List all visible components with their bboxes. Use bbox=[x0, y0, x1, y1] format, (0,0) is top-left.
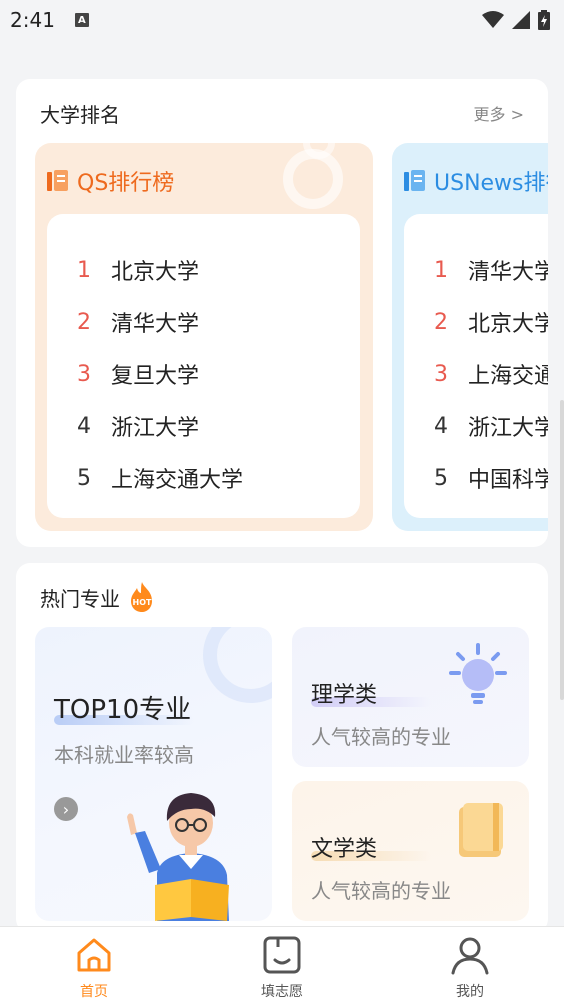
ranking-title: 大学排名 bbox=[40, 103, 120, 127]
university-name: 上海交通大学 bbox=[468, 364, 548, 389]
book-icon bbox=[47, 170, 68, 191]
list-item[interactable]: 5 上海交通大学 bbox=[47, 452, 360, 504]
chevron-right-icon[interactable]: › bbox=[54, 797, 78, 821]
rank-number: 3 bbox=[434, 361, 448, 387]
nav-item-apply[interactable]: 填志愿 bbox=[222, 927, 342, 1004]
university-name: 复旦大学 bbox=[111, 364, 200, 389]
nav-label: 我的 bbox=[456, 984, 484, 1000]
home-icon bbox=[77, 938, 111, 972]
qs-ranking-board[interactable]: QS排行榜 1 北京大学 2 清华大学 3 复旦大学 4 浙江大学 5 上海交通… bbox=[35, 143, 373, 531]
top10-majors-tile[interactable]: TOP10专业 本科就业率较高 › bbox=[35, 627, 272, 921]
keyboard-indicator-icon: A bbox=[74, 13, 89, 27]
signal-icon bbox=[512, 11, 530, 29]
book-icon bbox=[404, 170, 425, 191]
list-item[interactable]: 2 北京大学 bbox=[404, 296, 548, 348]
literature-majors-tile[interactable]: 文学类 人气较高的专业 bbox=[292, 781, 529, 921]
university-name: 清华大学 bbox=[111, 312, 200, 337]
tile-heading: 理学类 bbox=[311, 683, 378, 708]
form-icon bbox=[263, 936, 301, 974]
university-name: 上海交通大学 bbox=[111, 468, 244, 493]
rank-number: 4 bbox=[434, 413, 448, 439]
qs-board-header: QS排行榜 bbox=[47, 165, 174, 197]
usnews-board-title: USNews排行榜 bbox=[434, 171, 548, 196]
rank-number: 4 bbox=[77, 413, 91, 439]
rank-number: 2 bbox=[434, 309, 448, 335]
university-name: 北京大学 bbox=[468, 312, 548, 337]
tile-subtitle: 人气较高的专业 bbox=[311, 725, 451, 749]
hot-badge-text: HOT bbox=[133, 598, 152, 607]
usnews-rank-list: 1 清华大学 2 北京大学 3 上海交通大学 4 浙江大学 5 中国科学技术大学 bbox=[404, 214, 548, 518]
rank-number: 2 bbox=[77, 309, 91, 335]
hot-majors-header: 热门专业 HOT bbox=[40, 581, 158, 613]
status-time: 2:41 bbox=[10, 8, 55, 32]
hot-flame-icon: HOT bbox=[131, 582, 152, 612]
list-item[interactable]: 5 中国科学技术大学 bbox=[404, 452, 548, 504]
scrollbar[interactable] bbox=[560, 400, 564, 700]
tile-subtitle: 人气较高的专业 bbox=[311, 879, 451, 903]
nav-label: 首页 bbox=[80, 984, 108, 1000]
battery-icon bbox=[538, 10, 550, 30]
status-bar: 2:41 A bbox=[0, 0, 564, 40]
university-name: 北京大学 bbox=[111, 260, 200, 285]
list-item[interactable]: 1 清华大学 bbox=[404, 244, 548, 296]
more-link[interactable]: 更多 > bbox=[474, 101, 525, 125]
rank-number: 5 bbox=[434, 465, 448, 491]
qs-board-title: QS排行榜 bbox=[77, 171, 175, 196]
university-ranking-card: 大学排名 更多 > QS排行榜 1 北京大学 2 清华大学 3 复旦大学 4 浙… bbox=[16, 79, 548, 547]
list-item[interactable]: 1 北京大学 bbox=[47, 244, 360, 296]
university-name: 中国科学技术大学 bbox=[468, 468, 548, 493]
tile-heading: 文学类 bbox=[311, 837, 378, 862]
usnews-ranking-board[interactable]: USNews排行榜 1 清华大学 2 北京大学 3 上海交通大学 4 浙江大学 … bbox=[392, 143, 548, 531]
university-name: 浙江大学 bbox=[111, 416, 200, 441]
qs-rank-list: 1 北京大学 2 清华大学 3 复旦大学 4 浙江大学 5 上海交通大学 bbox=[47, 214, 360, 518]
rank-number: 5 bbox=[77, 465, 91, 491]
usnews-board-header: USNews排行榜 bbox=[404, 165, 548, 197]
rank-number: 1 bbox=[434, 257, 448, 283]
tile-subtitle: 本科就业率较高 bbox=[54, 743, 194, 767]
rank-number: 3 bbox=[77, 361, 91, 387]
user-icon bbox=[451, 937, 489, 975]
science-majors-tile[interactable]: 理学类 人气较高的专业 bbox=[292, 627, 529, 767]
hot-majors-title: 热门专业 bbox=[40, 586, 120, 611]
hot-majors-card: 热门专业 HOT TOP10专业 本科就业率较高 › 理学类 人气较高的专业 文… bbox=[16, 563, 548, 933]
list-item[interactable]: 4 浙江大学 bbox=[47, 400, 360, 452]
bottom-nav: 首页 填志愿 我的 bbox=[0, 926, 564, 1004]
list-item[interactable]: 3 上海交通大学 bbox=[404, 348, 548, 400]
rank-number: 1 bbox=[77, 257, 91, 283]
book-icon bbox=[459, 803, 503, 857]
tile-heading: TOP10专业 bbox=[54, 695, 192, 725]
list-item[interactable]: 2 清华大学 bbox=[47, 296, 360, 348]
list-item[interactable]: 4 浙江大学 bbox=[404, 400, 548, 452]
nav-item-home[interactable]: 首页 bbox=[34, 927, 154, 1004]
list-item[interactable]: 3 复旦大学 bbox=[47, 348, 360, 400]
nav-label: 填志愿 bbox=[261, 984, 303, 1000]
wifi-icon bbox=[482, 11, 504, 28]
nav-item-profile[interactable]: 我的 bbox=[410, 927, 530, 1004]
university-name: 清华大学 bbox=[468, 260, 548, 285]
decoration-ring bbox=[203, 627, 272, 703]
lightbulb-icon bbox=[449, 643, 507, 704]
student-illustration bbox=[127, 793, 229, 921]
university-name: 浙江大学 bbox=[468, 416, 548, 441]
